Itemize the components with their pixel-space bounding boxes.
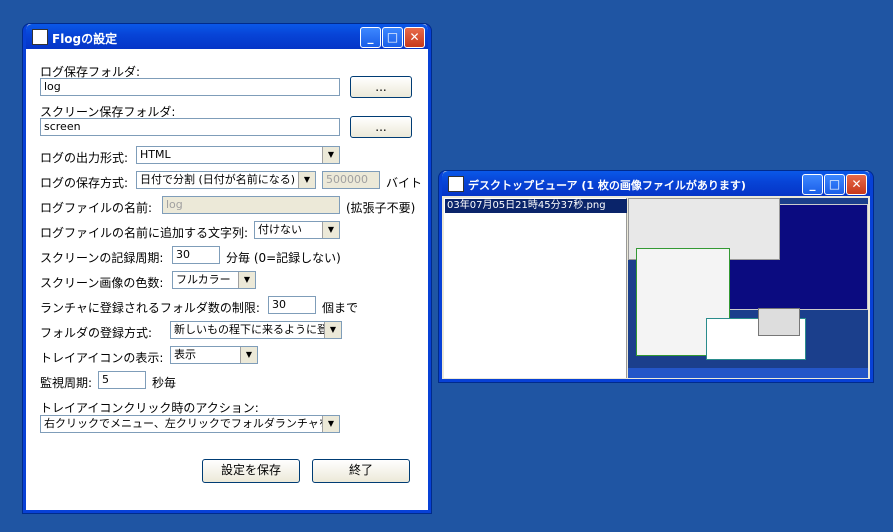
screen-folder-browse-button[interactable]: ... (350, 116, 412, 138)
suffix-label: ログファイルの名前に追加する文字列: (40, 226, 249, 240)
log-folder-input[interactable]: log (40, 78, 340, 96)
settings-title: Flogの設定 (52, 32, 118, 46)
settings-client: ログ保存フォルダ: log ... スクリーン保存フォルダ: screen ..… (26, 49, 428, 510)
close-icon[interactable]: ✕ (846, 174, 867, 195)
maximize-icon[interactable]: □ (382, 27, 403, 48)
watch-interval-unit: 秒毎 (152, 376, 177, 390)
chevron-down-icon: ▼ (240, 347, 257, 363)
log-filename-input: log (162, 196, 340, 214)
tray-click-value: 右クリックでメニュー、左クリックでフォルダランチャを表示 (44, 417, 340, 430)
register-method-select[interactable]: 新しいもの程下に来るように登録 ▼ (170, 321, 342, 339)
tray-click-select[interactable]: 右クリックでメニュー、左クリックでフォルダランチャを表示 ▼ (40, 415, 340, 433)
save-method-label: ログの保存方式: (40, 176, 129, 190)
chevron-down-icon: ▼ (322, 416, 339, 432)
close-icon[interactable]: ✕ (404, 27, 425, 48)
list-item[interactable]: 03年07月05日21時45分37秒.png (445, 199, 627, 213)
chevron-down-icon: ▼ (238, 272, 255, 288)
color-depth-label: スクリーン画像の色数: (40, 276, 164, 290)
save-size-input: 500000 (322, 171, 380, 189)
log-folder-browse-button[interactable]: ... (350, 76, 412, 98)
tray-click-label: トレイアイコンクリック時のアクション: (40, 401, 259, 415)
save-settings-button[interactable]: 設定を保存 (202, 459, 300, 483)
launcher-limit-label: ランチャに登録されるフォルダ数の制限: (40, 301, 260, 315)
viewer-window: デスクトップビューア (1 枚の画像ファイルがあります) _ □ ✕ 03年07… (439, 171, 873, 382)
minimize-icon[interactable]: _ (360, 27, 381, 48)
settings-titlebar[interactable]: Flogの設定 _ □ ✕ (26, 24, 428, 49)
tray-icon-value: 表示 (174, 348, 196, 361)
viewer-titlebar[interactable]: デスクトップビューア (1 枚の画像ファイルがあります) _ □ ✕ (442, 171, 870, 196)
launcher-limit-unit: 個まで (322, 301, 359, 315)
preview-taskbar (628, 368, 868, 378)
suffix-value: 付けない (258, 223, 302, 236)
register-method-value: 新しいもの程下に来るように登録 (174, 323, 339, 336)
color-depth-select[interactable]: フルカラー ▼ (172, 271, 256, 289)
exit-button[interactable]: 終了 (312, 459, 410, 483)
save-method-select[interactable]: 日付で分割 (日付が名前になる) ▼ (136, 171, 316, 189)
chevron-down-icon: ▼ (298, 172, 315, 188)
output-format-label: ログの出力形式: (40, 151, 129, 165)
output-format-select[interactable]: HTML ▼ (136, 146, 340, 164)
minimize-icon[interactable]: _ (802, 174, 823, 195)
watch-interval-label: 監視周期: (40, 376, 93, 390)
suffix-select[interactable]: 付けない ▼ (254, 221, 340, 239)
chevron-down-icon: ▼ (322, 222, 339, 238)
tray-icon-label: トレイアイコンの表示: (40, 351, 164, 365)
launcher-limit-input[interactable]: 30 (268, 296, 316, 314)
output-format-value: HTML (140, 148, 171, 161)
screen-interval-unit: 分毎 (0=記録しない) (226, 251, 341, 265)
screen-interval-input[interactable]: 30 (172, 246, 220, 264)
color-depth-value: フルカラー (176, 273, 231, 286)
byte-label: バイト (386, 176, 423, 190)
file-list[interactable]: 03年07月05日21時45分37秒.png (444, 198, 627, 378)
register-method-label: フォルダの登録方式: (40, 326, 153, 340)
settings-window: Flogの設定 _ □ ✕ ログ保存フォルダ: log ... スクリーン保存フ… (23, 24, 431, 513)
maximize-icon[interactable]: □ (824, 174, 845, 195)
save-method-value: 日付で分割 (日付が名前になる) (140, 173, 296, 186)
log-filename-label: ログファイルの名前: (40, 201, 153, 215)
chevron-down-icon: ▼ (322, 147, 339, 163)
ext-note: (拡張子不要) (346, 201, 416, 215)
preview-window (758, 308, 800, 336)
screenshot-preview (628, 198, 868, 378)
app-icon (32, 29, 48, 45)
screen-folder-input[interactable]: screen (40, 118, 340, 136)
chevron-down-icon: ▼ (324, 322, 341, 338)
viewer-title: デスクトップビューア (1 枚の画像ファイルがあります) (468, 179, 746, 192)
watch-interval-input[interactable]: 5 (98, 371, 146, 389)
app-icon (448, 176, 464, 192)
tray-icon-select[interactable]: 表示 ▼ (170, 346, 258, 364)
screen-interval-label: スクリーンの記録周期: (40, 251, 164, 265)
